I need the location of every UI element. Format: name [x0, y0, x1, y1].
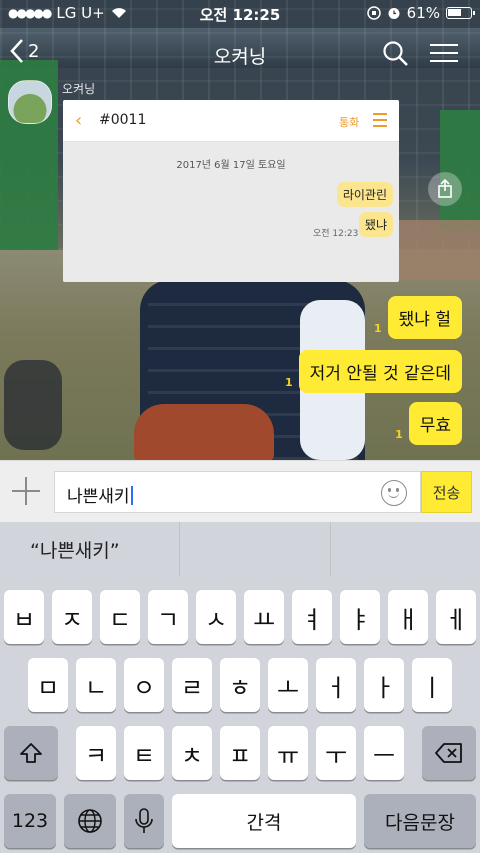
- text-caret: [130, 486, 133, 505]
- shared-image-time: 오전 12:23: [313, 229, 359, 239]
- key[interactable]: ㅑ: [340, 590, 380, 644]
- numbers-key[interactable]: 123: [4, 794, 56, 848]
- key[interactable]: ㅋ: [76, 726, 116, 780]
- shift-icon: [20, 743, 42, 763]
- key[interactable]: ㄷ: [100, 590, 140, 644]
- space-key[interactable]: 간격: [172, 794, 356, 848]
- unread-count: 1: [285, 376, 293, 389]
- key[interactable]: ㅍ: [220, 726, 260, 780]
- shared-image-call-label: 통화: [339, 116, 360, 129]
- chat-header: 2 오켜닝: [0, 28, 480, 80]
- key[interactable]: ㅓ: [316, 658, 356, 712]
- battery-percentage: 61%: [406, 4, 440, 22]
- emoticon-icon[interactable]: [381, 480, 407, 506]
- chevron-left-icon: ‹: [75, 110, 83, 131]
- backspace-icon: [435, 743, 462, 763]
- shared-image-body: 2017년 6월 17일 토요일 라이관린 됐냐 오전 12:23: [63, 142, 399, 282]
- key[interactable]: ㄴ: [76, 658, 116, 712]
- key[interactable]: ㅌ: [124, 726, 164, 780]
- suggestion-item[interactable]: [180, 522, 331, 576]
- menu-icon: [373, 113, 387, 131]
- key[interactable]: ㅛ: [244, 590, 284, 644]
- send-button[interactable]: 전송: [421, 471, 472, 513]
- key[interactable]: ㅅ: [196, 590, 236, 644]
- shared-image-message: 됐냐: [358, 212, 393, 237]
- key[interactable]: ㅐ: [388, 590, 428, 644]
- message-bubble[interactable]: 무효: [408, 402, 462, 445]
- shared-image-title: #0011: [99, 112, 147, 128]
- share-icon[interactable]: [428, 172, 462, 206]
- key[interactable]: ㅗ: [268, 658, 308, 712]
- key[interactable]: ㅇ: [124, 658, 164, 712]
- shared-image-header: ‹ #0011 통화: [63, 100, 399, 142]
- key[interactable]: ㅣ: [412, 658, 452, 712]
- avatar[interactable]: [8, 80, 52, 124]
- globe-key[interactable]: [64, 794, 116, 848]
- suggestion-item[interactable]: “나쁜새키”: [0, 522, 181, 576]
- globe-icon: [78, 809, 102, 833]
- key[interactable]: ㅏ: [364, 658, 404, 712]
- suggestion-item[interactable]: [331, 522, 480, 576]
- key[interactable]: ㅁ: [28, 658, 68, 712]
- unread-count: 1: [374, 322, 382, 335]
- message-row: 1 무효: [395, 402, 462, 445]
- key[interactable]: ㅈ: [52, 590, 92, 644]
- return-key[interactable]: 다음문장: [364, 794, 476, 848]
- search-icon[interactable]: [382, 40, 410, 68]
- unread-count: 1: [395, 428, 403, 441]
- key[interactable]: ㅡ: [364, 726, 404, 780]
- message-input-value: 나쁜새키: [67, 487, 130, 507]
- message-bubble[interactable]: 됐냐 헐: [387, 296, 462, 339]
- status-bar: ●●●●● LG U+ 오전 12:25 61%: [0, 0, 480, 28]
- message-row: 1 저거 안될 것 같은데: [285, 350, 462, 393]
- key[interactable]: ㅎ: [220, 658, 260, 712]
- battery-icon: [446, 7, 475, 19]
- message-input-bar: 나쁜새키 전송: [0, 460, 480, 522]
- plus-icon[interactable]: [12, 477, 40, 505]
- menu-icon[interactable]: [430, 44, 458, 68]
- message-bubble[interactable]: 저거 안될 것 같은데: [298, 350, 462, 393]
- key[interactable]: ㅂ: [4, 590, 44, 644]
- alarm-icon: [388, 8, 400, 19]
- shared-image[interactable]: ‹ #0011 통화 2017년 6월 17일 토요일 라이관린 됐냐 오전 1…: [63, 100, 399, 282]
- key[interactable]: ㄹ: [172, 658, 212, 712]
- key[interactable]: ㅜ: [316, 726, 356, 780]
- message-row: 1 됐냐 헐: [374, 296, 462, 339]
- key[interactable]: ㅠ: [268, 726, 308, 780]
- dictation-key[interactable]: [124, 794, 164, 848]
- key[interactable]: ㅔ: [436, 590, 476, 644]
- orientation-lock-icon: [366, 6, 381, 20]
- microphone-icon: [135, 808, 153, 833]
- shared-image-message: 라이관린: [336, 182, 393, 207]
- key[interactable]: ㅕ: [292, 590, 332, 644]
- keyboard: ㅂ ㅈ ㄷ ㄱ ㅅ ㅛ ㅕ ㅑ ㅐ ㅔ ㅁ ㄴ ㅇ ㄹ ㅎ ㅗ ㅓ ㅏ ㅣ ㅋ …: [0, 576, 480, 853]
- key[interactable]: ㅊ: [172, 726, 212, 780]
- predictive-text-bar: “나쁜새키”: [0, 522, 480, 576]
- sender-name: 오켜닝: [62, 82, 96, 96]
- message-input[interactable]: 나쁜새키: [54, 471, 421, 513]
- delete-key[interactable]: [422, 726, 476, 780]
- shift-key[interactable]: [4, 726, 58, 780]
- key[interactable]: ㄱ: [148, 590, 188, 644]
- shared-image-date: 2017년 6월 17일 토요일: [176, 160, 286, 171]
